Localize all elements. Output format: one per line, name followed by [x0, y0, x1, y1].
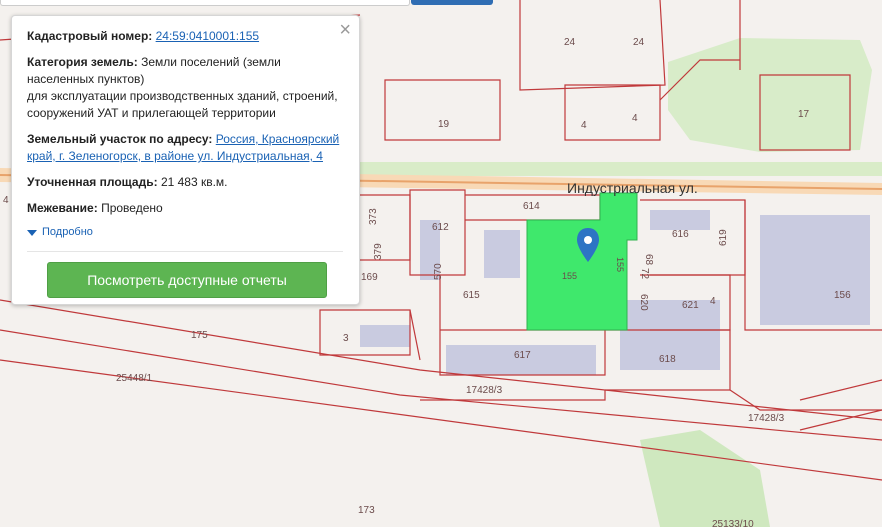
land-category-value-1: Земли поселений (земли: [141, 55, 281, 69]
label-615: 615: [463, 290, 480, 301]
land-usage-2: сооружений УАТ и прилегающей территории: [27, 106, 276, 120]
label-621: 621: [682, 300, 699, 311]
label-379: 379: [373, 243, 384, 260]
address-link-2[interactable]: край, г. Зеленогорск, в районе ул. Индус…: [27, 149, 323, 163]
label-17428a: 17428/3: [466, 385, 503, 396]
land-usage-1: для эксплуатации производственных зданий…: [27, 89, 338, 103]
label-19: 19: [438, 119, 450, 130]
label-616: 616: [672, 229, 689, 240]
details-toggle[interactable]: Подробно: [27, 224, 343, 241]
label-4d: 4: [3, 195, 9, 206]
triangle-down-icon: [27, 229, 37, 236]
label-373: 373: [368, 208, 379, 225]
label-169: 169: [361, 272, 378, 283]
address-row: Земельный участок по адресу: Россия, Кра…: [27, 131, 343, 165]
label-620: 620: [638, 294, 649, 311]
label-24b: 24: [633, 37, 645, 48]
address-link-1[interactable]: Россия, Красноярский: [216, 132, 340, 146]
area-label: Уточненная площадь:: [27, 175, 158, 189]
label-618: 618: [659, 354, 676, 365]
label-155a: 155: [562, 271, 577, 281]
land-category-row: Категория земель: Земли поселений (земли…: [27, 54, 343, 122]
details-label: Подробно: [42, 226, 93, 238]
area-row: Уточненная площадь: 21 483 кв.м.: [27, 174, 343, 191]
cadastral-number-row: Кадастровый номер: 24:59:0410001:155: [27, 28, 343, 45]
label-17428b: 17428/3: [748, 413, 785, 424]
survey-value: Проведено: [101, 201, 163, 215]
close-icon[interactable]: ×: [339, 20, 351, 40]
label-617: 617: [514, 350, 531, 361]
search-bar[interactable]: [0, 0, 410, 6]
label-4b: 4: [632, 113, 638, 124]
label-155b: 155: [615, 257, 625, 272]
label-68: 68: [643, 254, 654, 266]
survey-row: Межевание: Проведено: [27, 200, 343, 217]
land-category-label: Категория земель:: [27, 55, 138, 69]
label-612: 612: [432, 222, 449, 233]
search-button[interactable]: [411, 0, 493, 5]
label-17: 17: [798, 109, 810, 120]
green-strip: [360, 162, 882, 176]
park-area: [668, 38, 872, 152]
label-4a: 4: [581, 120, 587, 131]
cadastral-number-label: Кадастровый номер:: [27, 29, 153, 43]
label-72: 72: [639, 268, 650, 280]
cadastral-number-link[interactable]: 24:59:0410001:155: [156, 29, 259, 43]
label-24a: 24: [564, 37, 576, 48]
label-3: 3: [343, 333, 349, 344]
street-label: Индустриальная ул.: [567, 180, 698, 196]
divider: [27, 251, 343, 252]
label-175: 175: [191, 330, 208, 341]
address-label: Земельный участок по адресу:: [27, 132, 213, 146]
parcel-info-popup: × Кадастровый номер: 24:59:0410001:155 К…: [11, 15, 360, 305]
label-619: 619: [718, 229, 729, 246]
view-reports-button[interactable]: Посмотреть доступные отчеты: [47, 262, 327, 298]
label-614: 614: [523, 201, 540, 212]
label-25448: 25448/1: [116, 373, 153, 384]
label-173: 173: [358, 505, 375, 516]
survey-label: Межевание:: [27, 201, 98, 215]
label-4c: 4: [710, 296, 716, 307]
label-156: 156: [834, 290, 851, 301]
label-25133: 25133/10: [712, 519, 754, 527]
land-category-value-2: населенных пунктов): [27, 72, 145, 86]
area-value: 21 483 кв.м.: [160, 175, 228, 189]
label-570: 570: [433, 263, 444, 280]
